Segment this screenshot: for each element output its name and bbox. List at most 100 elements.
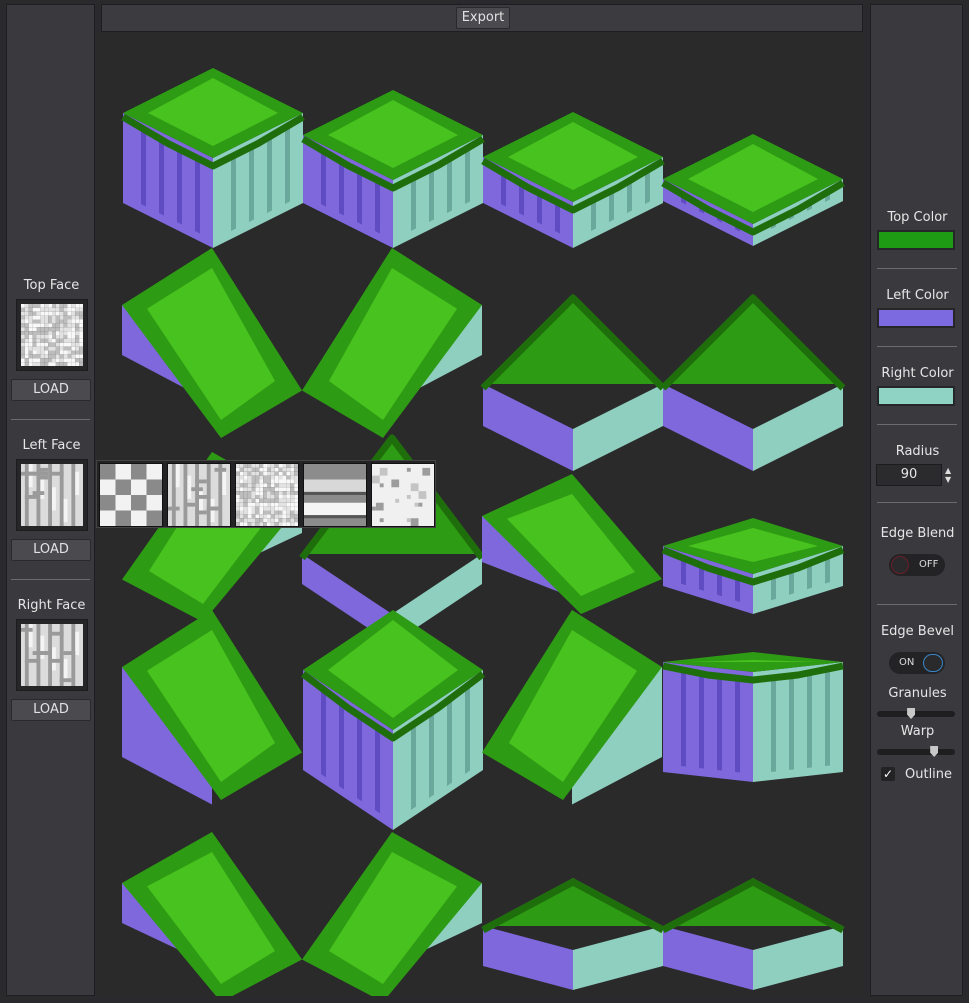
top-color-label: Top Color [887,210,948,225]
face-texture-panel: Top Face LOAD Left Face LOAD Right Face … [6,4,95,996]
divider [11,579,90,580]
warp-label: Warp [900,724,935,739]
edge-blend-state: OFF [919,559,939,570]
edge-blend-label: Edge Blend [880,526,955,541]
tile-texture-stripe [447,696,452,786]
divider [11,419,90,420]
tile-texture-stripe [429,708,434,798]
divider [877,268,957,269]
right-face-texture-preview[interactable] [16,619,88,691]
tile-slope-face [663,294,843,384]
radius-label: Radius [895,444,940,459]
tile-texture-stripe [339,700,344,790]
stones-icon [372,464,434,526]
tile-texture-stripe [789,673,794,770]
right-color-label: Right Color [881,366,954,381]
tile-texture-stripe [285,125,290,204]
maze-texture-icon [21,464,83,526]
divider [877,346,957,347]
noise-texture-icon [21,304,83,366]
granules-label: Granules [888,686,947,701]
tile-texture-stripe [771,675,776,772]
tile-texture-stripe [177,146,182,225]
tile-texture-stripe [411,720,416,810]
edge-bevel-toggle[interactable]: ON [889,652,945,674]
checker-texture-option[interactable] [99,463,163,527]
tile-texture-stripe [699,672,704,769]
maze-icon [168,464,230,526]
radius-input[interactable]: 90 [876,464,942,486]
slider-handle[interactable] [907,708,916,719]
left-color-picker[interactable] [877,308,955,328]
outline-checkbox[interactable]: ✓ [881,767,895,781]
tile-texture-stripe [681,670,686,767]
tile-texture-stripe [825,669,830,766]
tile-texture-stripe [159,137,164,216]
tile-left-face [663,384,753,471]
outline-label: Outline [905,767,953,782]
tile-left-face [483,926,573,990]
left-face-label: Left Face [22,438,81,453]
tile-right-face [753,926,843,990]
toggle-knob [891,556,909,574]
slider-handle[interactable] [930,746,939,757]
tile-texture-stripe [717,674,722,771]
left-color-label: Left Color [886,288,949,303]
tile-texture-stripe [447,156,452,213]
divider [877,424,957,425]
tile-texture-stripe [411,174,416,231]
stones-texture-option[interactable] [371,463,435,527]
right-face-load-button[interactable]: LOAD [11,699,91,721]
top-toolbar: Export [101,4,863,32]
edge-bevel-state: ON [899,657,915,668]
tile-left-face [663,926,753,990]
divider [877,604,957,605]
right-face-label: Right Face [17,598,86,613]
tile-texture-stripe [141,128,146,207]
tile-texture-stripe [735,676,740,773]
divider [877,502,957,503]
tile-settings-panel: Top Color Left Color Right Color Radius … [870,4,963,996]
checker-icon [100,464,162,526]
radius-stepper[interactable]: ▲ ▼ [945,466,951,484]
tile-texture-stripe [375,177,380,234]
left-face-texture-preview[interactable] [16,459,88,531]
tile-texture-stripe [357,168,362,225]
top-face-label: Top Face [23,278,80,293]
left-face-load-button[interactable]: LOAD [11,539,91,561]
noise-icon [236,464,298,526]
granules-slider[interactable] [877,708,955,719]
maze-texture-icon [21,624,83,686]
tile-right-face [753,384,843,471]
tile-texture-stripe [339,159,344,216]
tile-texture-stripe [375,724,380,814]
toggle-knob [923,654,943,672]
noise-texture-option[interactable] [235,463,299,527]
tile-texture-stripe [231,152,236,231]
right-color-picker[interactable] [877,386,955,406]
stripes-texture-option[interactable] [303,463,367,527]
top-face-load-button[interactable]: LOAD [11,379,91,401]
tile-texture-stripe [465,684,470,774]
top-color-picker[interactable] [877,230,955,250]
tile-texture-stripe [195,155,200,234]
tile-left-face [483,384,573,471]
tile-texture-stripe [267,134,272,213]
tile-texture-stripe [357,712,362,802]
texture-picker-popup [96,460,436,528]
tile-right-face [573,384,663,471]
edge-bevel-label: Edge Bevel [880,624,955,639]
tile-texture-stripe [807,671,812,768]
tile-texture-stripe [465,147,470,204]
top-face-texture-preview[interactable] [16,299,88,371]
edge-blend-toggle[interactable]: OFF [889,554,945,576]
warp-slider[interactable] [877,746,955,757]
tile-texture-stripe [429,165,434,222]
tile-right-face [573,926,663,990]
tile-texture-stripe [321,150,326,207]
tile-texture-stripe [321,688,326,778]
maze-texture-option[interactable] [167,463,231,527]
tile-slope-face [483,294,663,384]
export-button[interactable]: Export [456,7,510,29]
tile-texture-stripe [249,143,254,222]
